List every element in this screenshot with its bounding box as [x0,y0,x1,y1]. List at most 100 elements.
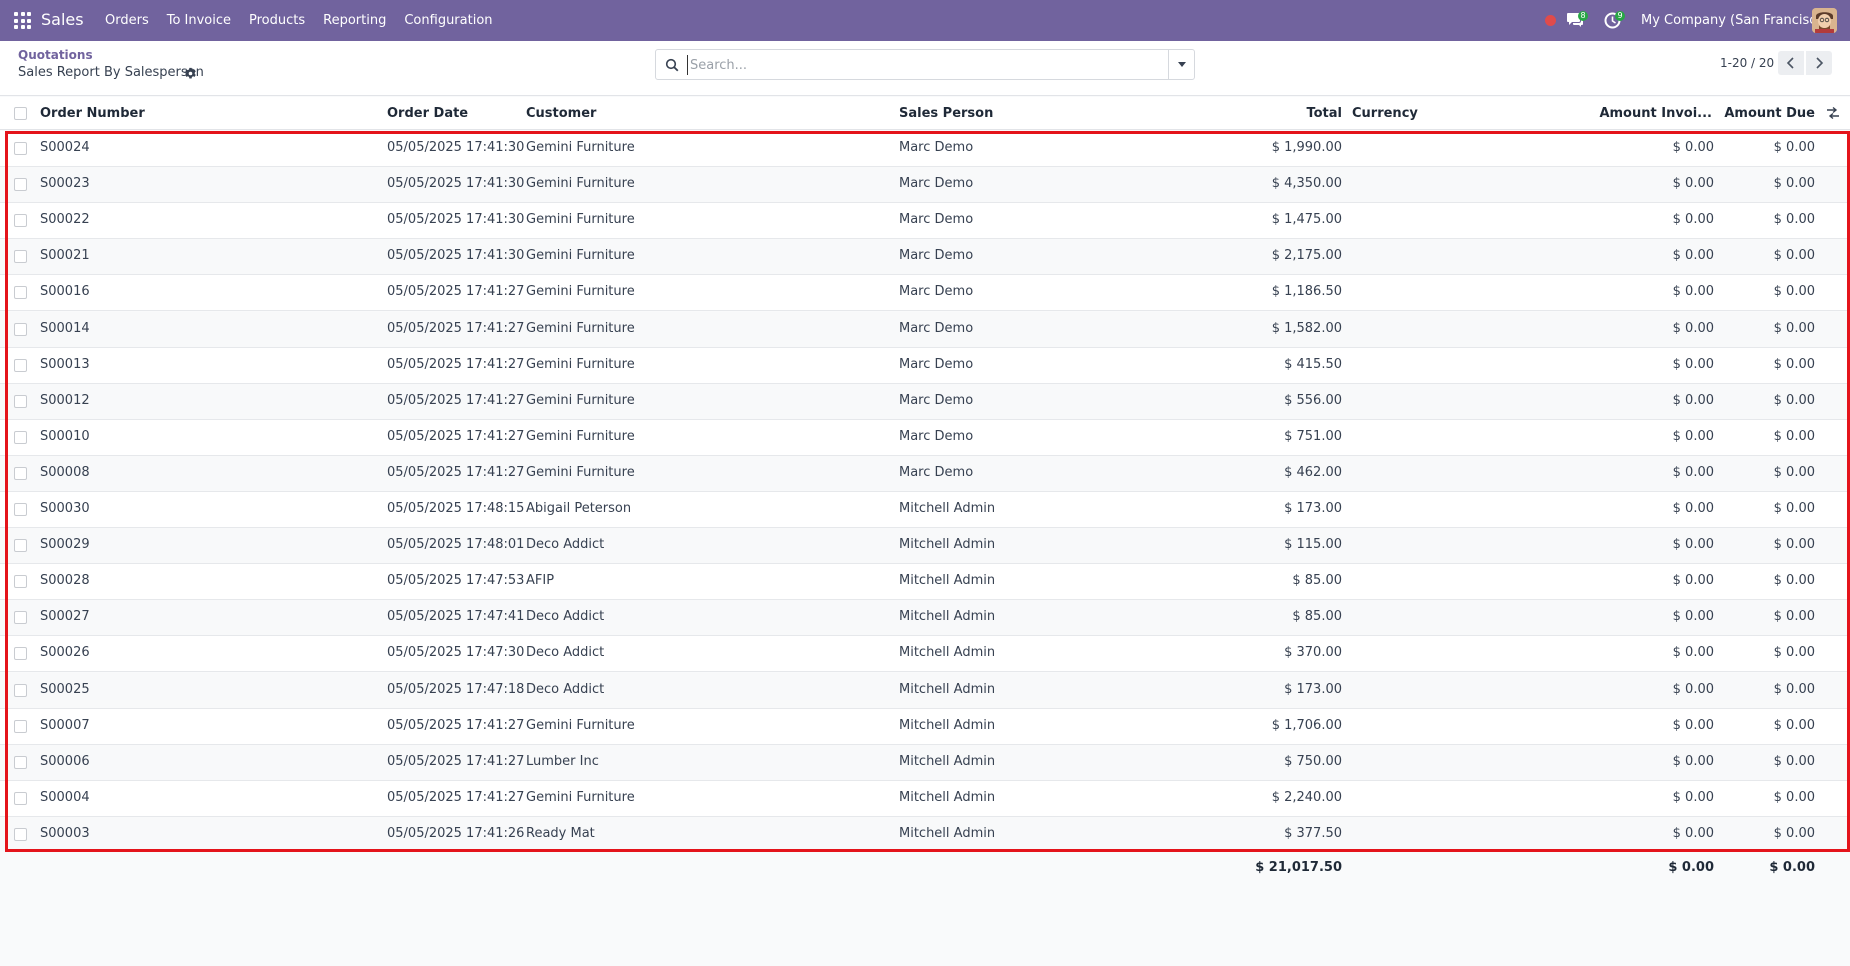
cell-customer: Gemini Furniture [526,320,635,336]
row-checkbox[interactable] [14,683,27,697]
row-checkbox[interactable] [14,322,27,336]
gear-icon[interactable] [184,67,197,80]
row-checkbox[interactable] [14,575,27,589]
col-order-number[interactable]: Order Number [40,106,145,121]
table-row[interactable]: S00028 05/05/2025 17:47:53 AFIP Mitchell Ad… [0,564,1850,601]
record-dot-icon[interactable] [1545,15,1556,26]
row-checkbox[interactable] [14,250,27,264]
col-amount-invoiced[interactable]: Amount Invoi... [1599,106,1712,121]
col-currency[interactable]: Currency [1352,106,1418,121]
table-row[interactable]: S00026 05/05/2025 17:47:30 Deco Addict Mitc… [0,636,1850,673]
pager-previous-button[interactable] [1778,51,1804,75]
cell-amount-due: $ 0.00 [1773,284,1815,300]
control-panel: Quotations Sales Report By Salesperson 1… [0,41,1850,96]
row-checkbox[interactable] [14,791,27,805]
cell-total: $ 1,186.50 [1271,284,1342,300]
cell-customer: Deco Addict [526,645,605,661]
cell-sales-person: Marc Demo [899,176,974,192]
cell-amount-due: $ 0.00 [1773,609,1815,625]
table-row[interactable]: S00004 05/05/2025 17:41:27 Gemini Furnitur… [0,780,1850,817]
row-checkbox[interactable] [14,178,27,192]
cell-total: $ 2,175.00 [1271,248,1342,264]
cell-amount-invoiced: $ 0.00 [1672,140,1714,155]
row-checkbox[interactable] [14,358,27,372]
col-order-date[interactable]: Order Date [387,106,468,121]
cell-customer: Ready Mat [526,825,595,841]
cell-total: $ 173.00 [1284,501,1342,516]
table-row[interactable]: S00016 05/05/2025 17:41:27 Gemini Furnitur… [0,275,1850,312]
row-checkbox[interactable] [14,466,27,480]
breadcrumb-quotations[interactable]: Quotations [18,48,93,62]
cell-amount-due: $ 0.00 [1773,501,1815,516]
table-row[interactable]: S00010 05/05/2025 17:41:27 Gemini Furnitur… [0,419,1850,456]
row-checkbox[interactable] [14,755,27,769]
row-checkbox[interactable] [14,142,27,155]
select-all-checkbox[interactable] [14,107,27,120]
menu-reporting[interactable]: Reporting [314,13,395,28]
app-brand[interactable]: Sales [41,10,84,29]
table-row[interactable]: S00003 05/05/2025 17:41:26 Ready Mat Mitche… [0,816,1850,853]
row-checkbox[interactable] [14,503,27,516]
row-checkbox[interactable] [14,719,27,733]
table-row[interactable]: S00013 05/05/2025 17:41:27 Gemini Furnitur… [0,347,1850,384]
search-input[interactable] [687,55,1157,75]
pager-value[interactable]: 1-20 / 20 [1720,56,1774,70]
cell-order-date: 05/05/2025 17:47:53 [387,573,525,589]
cell-amount-invoiced: $ 0.00 [1672,681,1714,697]
caret-down-icon [1177,62,1186,67]
table-row[interactable]: S00024 05/05/2025 17:41:30 Gemini Furnitur… [0,131,1850,167]
row-checkbox[interactable] [14,827,27,841]
table-row[interactable]: S00030 05/05/2025 17:48:15 Abigail Peterso… [0,492,1850,528]
cell-customer: Gemini Furniture [526,140,635,155]
table-row[interactable]: S00025 05/05/2025 17:47:18 Deco Addict Mitc… [0,672,1850,709]
apps-menu-icon[interactable] [14,12,31,29]
col-sales-person[interactable]: Sales Person [899,106,993,121]
table-row[interactable]: S00027 05/05/2025 17:47:41 Deco Addict Mitc… [0,600,1850,637]
table-row[interactable]: S00023 05/05/2025 17:41:30 Gemini Furnitur… [0,167,1850,204]
search-icon [665,58,679,72]
table-row[interactable]: S00021 05/05/2025 17:41:30 Gemini Furnitur… [0,239,1850,276]
cell-amount-due: $ 0.00 [1773,681,1815,697]
cell-amount-invoiced: $ 0.00 [1672,789,1714,805]
page-title: Sales Report By Salesperson [18,65,204,80]
user-avatar[interactable] [1812,8,1837,33]
cell-order-number: S00007 [40,717,90,733]
table-row[interactable]: S00006 05/05/2025 17:41:27 Lumber Inc Mitch… [0,744,1850,781]
table-row[interactable]: S00007 05/05/2025 17:41:27 Gemini Furnitur… [0,708,1850,745]
cell-sales-person: Marc Demo [899,392,974,408]
table-row[interactable]: S00008 05/05/2025 17:41:27 Gemini Furnitur… [0,455,1850,492]
cell-order-date: 05/05/2025 17:41:27 [387,464,525,480]
row-checkbox[interactable] [14,539,27,553]
col-total[interactable]: Total [1306,106,1342,121]
row-checkbox[interactable] [14,214,27,228]
cell-order-number: S00029 [40,537,90,553]
row-checkbox[interactable] [14,430,27,444]
cell-total: $ 462.00 [1284,464,1342,480]
table-row[interactable]: S00029 05/05/2025 17:48:01 Deco Addict Mitc… [0,528,1850,565]
row-checkbox[interactable] [14,394,27,408]
table-row[interactable]: S00012 05/05/2025 17:41:27 Gemini Furnitur… [0,383,1850,420]
cell-amount-due: $ 0.00 [1773,320,1815,336]
cell-amount-due: $ 0.00 [1773,753,1815,769]
cell-sales-person: Mitchell Admin [899,825,996,841]
company-switcher[interactable]: My Company (San Francisco) [1641,13,1829,28]
menu-orders[interactable]: Orders [96,13,158,28]
cell-sales-person: Mitchell Admin [899,717,996,733]
menu-configuration[interactable]: Configuration [395,13,501,28]
cell-total: $ 751.00 [1284,428,1342,444]
cell-order-date: 05/05/2025 17:41:30 [387,140,525,155]
col-customer[interactable]: Customer [526,106,596,121]
row-checkbox[interactable] [14,286,27,300]
footer-amount-invoiced: $ 0.00 [1668,860,1714,875]
menu-to-invoice[interactable]: To Invoice [158,13,240,28]
search-options-toggle[interactable] [1168,50,1194,79]
menu-products[interactable]: Products [240,13,314,28]
row-checkbox[interactable] [14,611,27,625]
col-amount-due[interactable]: Amount Due [1724,106,1815,121]
table-row[interactable]: S00014 05/05/2025 17:41:27 Gemini Furnitur… [0,311,1850,348]
table-row[interactable]: S00022 05/05/2025 17:41:30 Gemini Furnitur… [0,203,1850,240]
cell-sales-person: Mitchell Admin [899,573,996,589]
pager-next-button[interactable] [1806,51,1832,75]
row-checkbox[interactable] [14,647,27,661]
optional-columns-icon[interactable] [1826,106,1840,120]
